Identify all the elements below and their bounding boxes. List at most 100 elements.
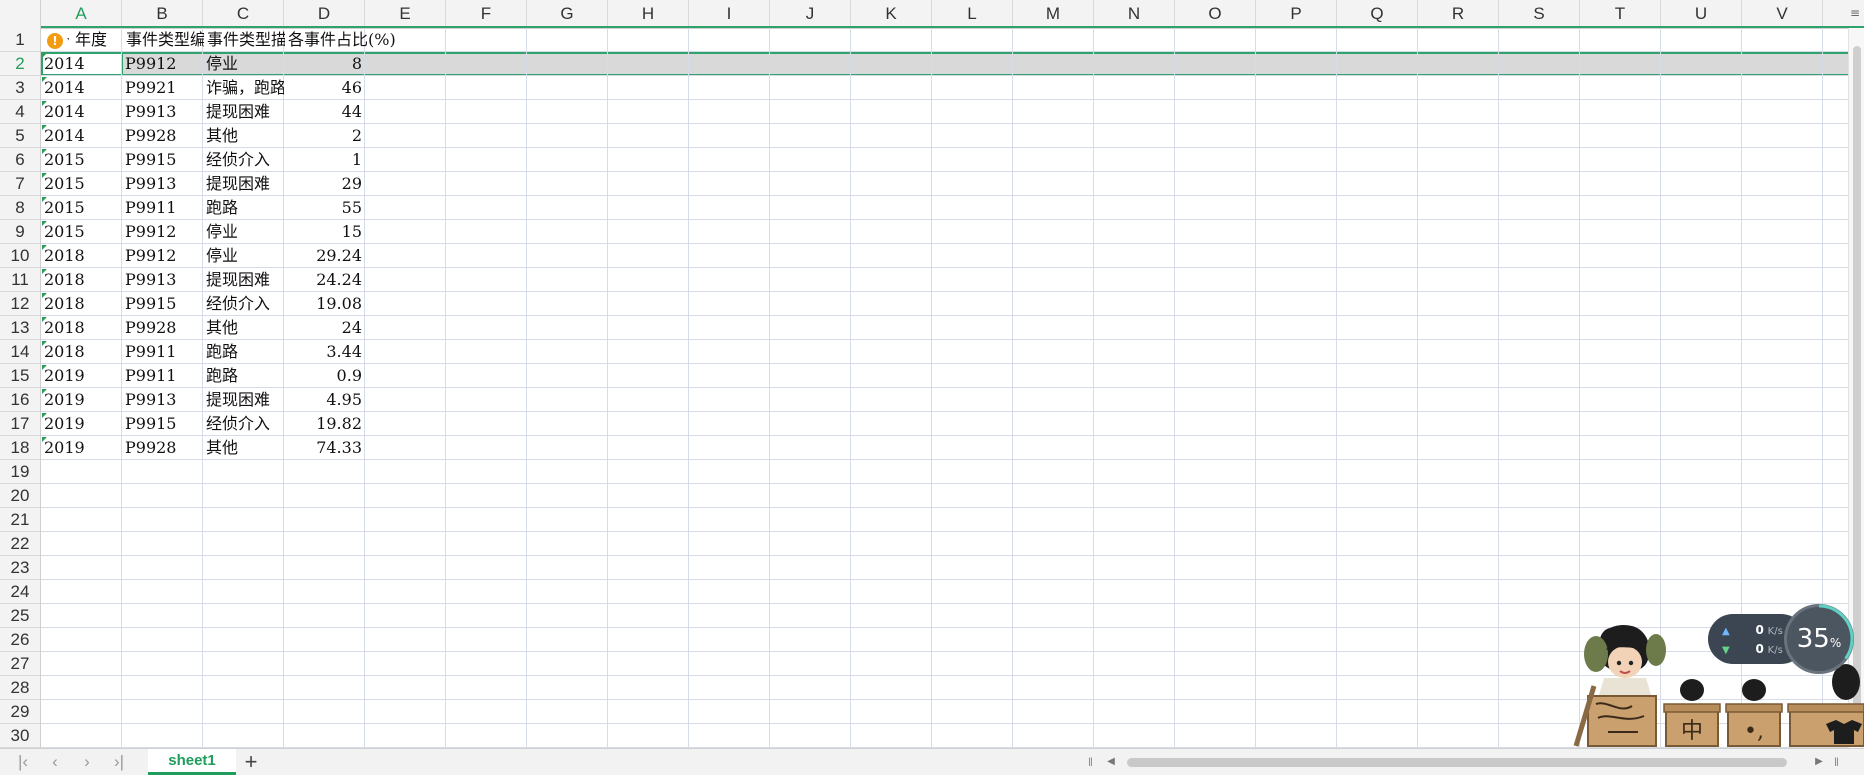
cell-c6[interactable]: 经侦介入 [203,148,284,172]
cpu-usage-ring[interactable]: 35% [1784,604,1854,674]
cell-b15[interactable]: P9911 [122,364,203,388]
column-header-a[interactable]: A [41,0,122,28]
cell-a9[interactable]: 2015 [41,220,122,244]
row-header-24[interactable]: 24 [0,580,40,604]
cell-c15[interactable]: 跑路 [203,364,284,388]
cell-d12[interactable]: 19.08 [284,292,365,316]
cell-d17[interactable]: 19.82 [284,412,365,436]
header-cell-event-ratio[interactable]: 各事件占比(%) [285,28,485,52]
cell-a13[interactable]: 2018 [41,316,122,340]
cell-d9[interactable]: 15 [284,220,365,244]
column-header-g[interactable]: G [527,0,608,28]
cell-a16[interactable]: 2019 [41,388,122,412]
warning-icon[interactable]: ! [47,33,63,49]
row-header-15[interactable]: 15 [0,364,40,388]
column-header-l[interactable]: L [932,0,1013,28]
cell-d18[interactable]: 74.33 [284,436,365,460]
row-header-22[interactable]: 22 [0,532,40,556]
row-header-2[interactable]: 2 [0,52,40,76]
cell-b13[interactable]: P9928 [122,316,203,340]
row-header-25[interactable]: 25 [0,604,40,628]
prev-sheet-icon[interactable]: ‹ [42,751,68,773]
cell-d2[interactable]: 8 [284,52,365,76]
cell-b11[interactable]: P9913 [122,268,203,292]
warning-cell-marker[interactable]: ! [41,28,69,52]
row-header-21[interactable]: 21 [0,508,40,532]
cell-b6[interactable]: P9915 [122,148,203,172]
cell-a17[interactable]: 2019 [41,412,122,436]
cell-b2[interactable]: P9912 [122,52,203,76]
row-header-30[interactable]: 30 [0,724,40,748]
first-sheet-icon[interactable]: |‹ [10,751,36,773]
row-header-20[interactable]: 20 [0,484,40,508]
row-header-29[interactable]: 29 [0,700,40,724]
cell-d3[interactable]: 46 [284,76,365,100]
column-header-c[interactable]: C [203,0,284,28]
cell-b5[interactable]: P9928 [122,124,203,148]
dropdown-arrow-icon[interactable] [67,38,69,42]
cell-d5[interactable]: 2 [284,124,365,148]
cell-d10[interactable]: 29.24 [284,244,365,268]
cell-c2[interactable]: 停业 [203,52,284,76]
row-header-16[interactable]: 16 [0,388,40,412]
row-header-10[interactable]: 10 [0,244,40,268]
row-header-3[interactable]: 3 [0,76,40,100]
cell-a5[interactable]: 2014 [41,124,122,148]
horizontal-scrollbar[interactable]: ◀ ▶ [1105,754,1825,770]
header-cell-year[interactable]: 年度 [75,28,123,52]
row-header-9[interactable]: 9 [0,220,40,244]
cell-b17[interactable]: P9915 [122,412,203,436]
column-header-q[interactable]: Q [1337,0,1418,28]
cell-a18[interactable]: 2019 [41,436,122,460]
column-header-i[interactable]: I [689,0,770,28]
column-header-b[interactable]: B [122,0,203,28]
cell-a2[interactable]: 2014 [41,52,122,76]
row-header-19[interactable]: 19 [0,460,40,484]
cell-a8[interactable]: 2015 [41,196,122,220]
cell-c14[interactable]: 跑路 [203,340,284,364]
split-view-icon[interactable]: ≡ [1848,2,1862,24]
column-header-h[interactable]: H [608,0,689,28]
cell-d8[interactable]: 55 [284,196,365,220]
row-header-13[interactable]: 13 [0,316,40,340]
cell-b16[interactable]: P9913 [122,388,203,412]
row-header-1[interactable]: 1 [0,28,40,52]
column-header-v[interactable]: V [1742,0,1823,28]
column-header-t[interactable]: T [1580,0,1661,28]
row-header-27[interactable]: 27 [0,652,40,676]
cell-d11[interactable]: 24.24 [284,268,365,292]
cell-d6[interactable]: 1 [284,148,365,172]
cell-b10[interactable]: P9912 [122,244,203,268]
scroll-right-icon[interactable]: ▶ [1813,754,1825,770]
cell-d7[interactable]: 29 [284,172,365,196]
row-header-17[interactable]: 17 [0,412,40,436]
row-header-4[interactable]: 4 [0,100,40,124]
cell-a10[interactable]: 2018 [41,244,122,268]
row-header-11[interactable]: 11 [0,268,40,292]
cell-c7[interactable]: 提现困难 [203,172,284,196]
cell-b8[interactable]: P9911 [122,196,203,220]
column-header-s[interactable]: S [1499,0,1580,28]
next-sheet-icon[interactable]: › [74,751,100,773]
cell-c8[interactable]: 跑路 [203,196,284,220]
cell-b3[interactable]: P9921 [122,76,203,100]
row-header-7[interactable]: 7 [0,172,40,196]
cell-a7[interactable]: 2015 [41,172,122,196]
row-header-23[interactable]: 23 [0,556,40,580]
header-cell-event-code[interactable]: 事件类型编码 [123,28,204,52]
sheet-tab-sheet1[interactable]: sheet1 [148,749,236,775]
cell-a4[interactable]: 2014 [41,100,122,124]
cell-c9[interactable]: 停业 [203,220,284,244]
column-header-k[interactable]: K [851,0,932,28]
cell-c12[interactable]: 经侦介入 [203,292,284,316]
cell-a11[interactable]: 2018 [41,268,122,292]
last-sheet-icon[interactable]: ›| [106,751,132,773]
column-header-d[interactable]: D [284,0,365,28]
row-header-18[interactable]: 18 [0,436,40,460]
cell-a15[interactable]: 2019 [41,364,122,388]
cell-d16[interactable]: 4.95 [284,388,365,412]
cell-c13[interactable]: 其他 [203,316,284,340]
cell-a3[interactable]: 2014 [41,76,122,100]
cell-a12[interactable]: 2018 [41,292,122,316]
column-header-p[interactable]: P [1256,0,1337,28]
